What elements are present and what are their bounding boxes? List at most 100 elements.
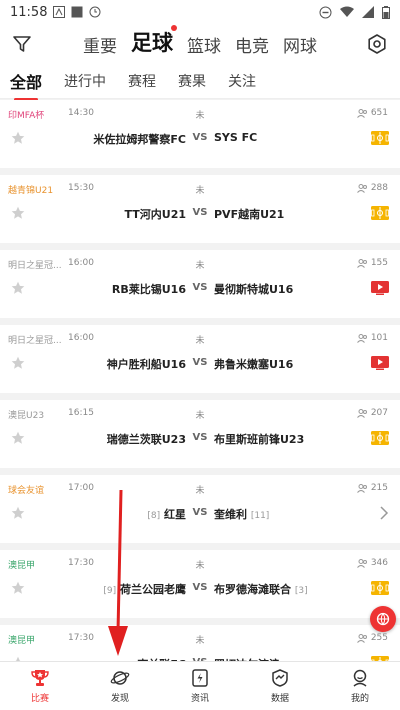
- favorite-star-icon[interactable]: [11, 581, 25, 595]
- viewer-count: 651: [356, 108, 388, 118]
- away-team-rank: [11]: [250, 511, 270, 521]
- chevron-right-icon[interactable]: [379, 506, 389, 520]
- match-card[interactable]: 澳昆甲 17:30 未 346 [9] 荷兰公园老鹰 VS 布罗德海滩联合 [3…: [0, 550, 400, 618]
- viewer-count-value: 101: [370, 333, 388, 343]
- home-team: RB莱比锡U16: [112, 281, 186, 297]
- news-icon: [192, 669, 208, 687]
- viewers-icon: [356, 633, 367, 643]
- vs-label: VS: [192, 582, 208, 593]
- pitch-animation-icon[interactable]: [371, 131, 389, 145]
- viewer-count: 215: [356, 483, 388, 493]
- favorite-star-icon[interactable]: [11, 281, 25, 295]
- viewers-icon: [356, 408, 367, 418]
- match-list[interactable]: 印MFA杯 14:30 未 651 米佐拉姆邦警察FC VS SYS FC 越青…: [0, 100, 400, 662]
- floating-globe-button[interactable]: [370, 606, 396, 632]
- viewer-count-value: 215: [370, 483, 388, 493]
- viewer-count: 288: [356, 183, 388, 193]
- match-status: 未: [195, 486, 205, 496]
- vs-label: VS: [192, 207, 208, 218]
- match-card[interactable]: 印MFA杯 14:30 未 651 米佐拉姆邦警察FC VS SYS FC: [0, 100, 400, 168]
- nav-matches[interactable]: 比赛: [0, 662, 80, 710]
- pitch-animation-icon[interactable]: [371, 206, 389, 220]
- viewer-count-value: 255: [370, 633, 388, 643]
- away-team: 弗鲁米嫩塞U16: [214, 356, 293, 372]
- match-filter-tabs: 全部 进行中 赛程 赛果 关注: [0, 63, 400, 101]
- home-team: TT河内U21: [125, 206, 187, 222]
- favorite-star-icon[interactable]: [11, 206, 25, 220]
- match-status: 未: [195, 561, 205, 571]
- sport-tab-esports[interactable]: 电竞: [235, 32, 269, 57]
- sport-tab-tennis[interactable]: 网球: [283, 32, 317, 57]
- tab-live[interactable]: 进行中: [64, 65, 106, 97]
- nav-discover[interactable]: 发现: [80, 662, 160, 710]
- live-video-icon[interactable]: [371, 356, 389, 370]
- globe-icon: [376, 612, 390, 626]
- wifi-icon: [340, 6, 354, 17]
- sport-tab-basketball[interactable]: 篮球: [187, 32, 221, 57]
- tab-all[interactable]: 全部: [10, 63, 42, 101]
- tab-schedule[interactable]: 赛程: [128, 65, 156, 97]
- pitch-animation-icon[interactable]: [371, 581, 389, 595]
- profile-icon: [353, 669, 367, 687]
- match-status: 未: [195, 111, 205, 121]
- sport-tab-important[interactable]: 重要: [83, 32, 117, 57]
- viewer-count: 101: [356, 333, 388, 343]
- status-bar: 11:58: [0, 0, 400, 24]
- viewer-count-value: 288: [370, 183, 388, 193]
- viewer-count-value: 346: [370, 558, 388, 568]
- favorite-star-icon[interactable]: [11, 131, 25, 145]
- tab-results[interactable]: 赛果: [178, 65, 206, 97]
- notification-clock-icon: [89, 6, 101, 18]
- nav-news-label: 资讯: [190, 694, 209, 704]
- favorite-star-icon[interactable]: [11, 356, 25, 370]
- home-team: 神户胜利船U16: [107, 356, 186, 372]
- settings-gear-icon[interactable]: [366, 33, 388, 55]
- vs-label: VS: [192, 432, 208, 443]
- match-card[interactable]: 澳昆甲 17:30 未 255 [4] 高兰联FC VS 罗切达尔流浪 [8]: [0, 625, 400, 662]
- vs-label: VS: [192, 357, 208, 368]
- home-team-name: TT河内U21: [124, 208, 187, 221]
- match-status: 未: [195, 336, 205, 346]
- home-team: 米佐拉姆邦警察FC: [93, 131, 186, 147]
- match-card[interactable]: 越青锦U21 15:30 未 288 TT河内U21 VS PVF越南U21: [0, 175, 400, 243]
- viewer-count: 346: [356, 558, 388, 568]
- battery-icon: [382, 5, 390, 19]
- away-team-rank: [3]: [294, 586, 308, 596]
- live-video-icon[interactable]: [371, 281, 389, 295]
- active-dot: [171, 25, 177, 31]
- signal-icon: [362, 6, 374, 18]
- match-card[interactable]: 球会友谊 17:00 未 215 [8] 红星 VS 奎维利 [11]: [0, 475, 400, 543]
- top-navigation: 重要 足球 篮球 电竞 网球: [0, 24, 400, 64]
- favorite-star-icon[interactable]: [11, 506, 25, 520]
- tab-following[interactable]: 关注: [228, 65, 256, 97]
- nav-profile[interactable]: 我的: [320, 662, 400, 710]
- nav-news[interactable]: 资讯: [160, 662, 240, 710]
- vs-label: VS: [192, 282, 208, 293]
- viewers-icon: [356, 258, 367, 268]
- filter-icon[interactable]: [12, 34, 32, 54]
- data-icon: [272, 669, 288, 687]
- match-card[interactable]: 澳昆U23 16:15 未 207 瑞德兰茨联U23 VS 布里斯班前锋U23: [0, 400, 400, 468]
- favorite-star-icon[interactable]: [11, 431, 25, 445]
- home-team: [9] 荷兰公园老鹰: [103, 581, 186, 597]
- planet-icon: [110, 671, 130, 685]
- viewer-count-value: 651: [370, 108, 388, 118]
- sport-tab-football[interactable]: 足球: [131, 25, 177, 57]
- away-team: 曼彻斯特城U16: [214, 281, 293, 297]
- away-team-name: 曼彻斯特城U16: [214, 283, 294, 296]
- match-card[interactable]: 明日之星冠... 16:00 未 101 神户胜利船U16 VS 弗鲁米嫩塞U1…: [0, 325, 400, 393]
- match-card[interactable]: 明日之星冠... 16:00 未 155 RB莱比锡U16 VS 曼彻斯特城U1…: [0, 250, 400, 318]
- home-team-name: RB莱比锡U16: [111, 283, 186, 296]
- match-status: 未: [195, 261, 205, 271]
- status-time: 11:58: [10, 4, 48, 20]
- home-team-name: 米佐拉姆邦警察FC: [93, 133, 186, 146]
- away-team: PVF越南U21: [214, 206, 284, 222]
- pitch-animation-icon[interactable]: [371, 431, 389, 445]
- nav-profile-label: 我的: [350, 694, 369, 704]
- viewer-count-value: 207: [370, 408, 388, 418]
- nav-matches-label: 比赛: [30, 694, 49, 704]
- away-team-name: 奎维利: [214, 508, 247, 521]
- viewer-count: 207: [356, 408, 388, 418]
- nav-data[interactable]: 数据: [240, 662, 320, 710]
- vs-label: VS: [192, 507, 208, 518]
